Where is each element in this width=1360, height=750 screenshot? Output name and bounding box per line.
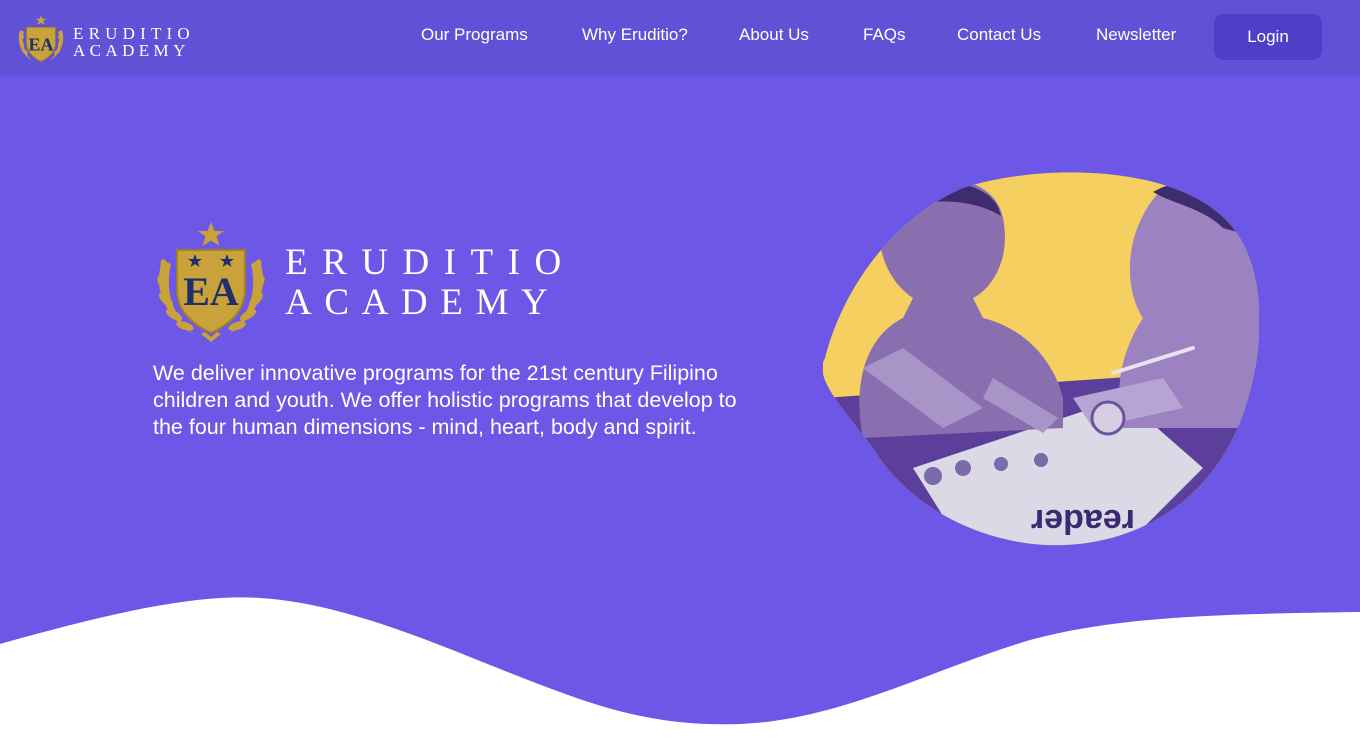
worksheet-title: reader xyxy=(1031,502,1135,540)
nav-our-programs[interactable]: Our Programs xyxy=(421,25,528,45)
nav-faqs[interactable]: FAQs xyxy=(863,25,906,45)
navbar: EA ERUDITIO ACADEMY Our Programs Why Eru… xyxy=(0,0,1360,73)
nav-newsletter[interactable]: Newsletter xyxy=(1096,25,1176,45)
hero-logo-monogram: EA xyxy=(183,269,239,314)
hero-wordmark-line2: ACADEMY xyxy=(285,281,561,323)
nav-about-us[interactable]: About Us xyxy=(739,25,809,45)
nav-contact-us[interactable]: Contact Us xyxy=(957,25,1041,45)
laurel-shield-crest-icon: EA xyxy=(157,222,265,342)
nav-links: Our Programs Why Eruditio? About Us FAQs… xyxy=(0,0,1360,73)
hero-description: We deliver innovative programs for the 2… xyxy=(153,361,737,439)
hero-wordmark-line1: ERUDITIO xyxy=(285,241,576,283)
wave-divider xyxy=(0,597,1360,750)
hero-photo: reader xyxy=(823,172,1259,546)
hero-wordmark: ERUDITIO ACADEMY xyxy=(285,244,576,321)
login-button[interactable]: Login xyxy=(1214,14,1322,60)
nav-why-eruditio[interactable]: Why Eruditio? xyxy=(582,25,688,45)
hero-logo: EA ERUDITIO ACADEMY xyxy=(149,222,576,342)
